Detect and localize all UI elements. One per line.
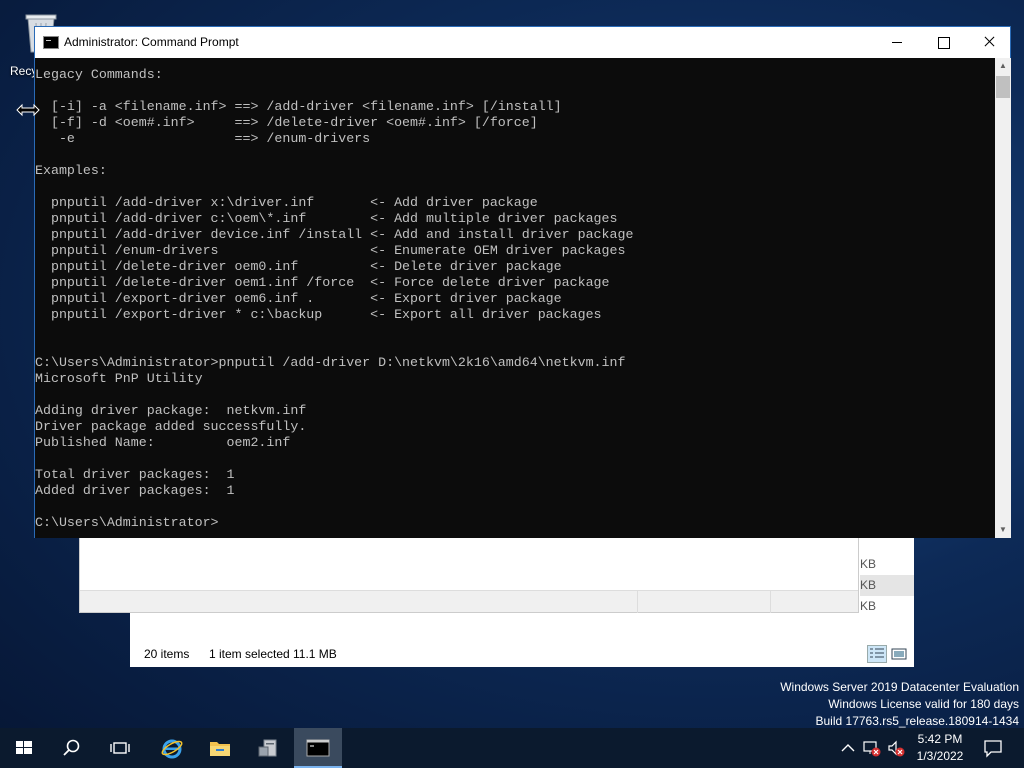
watermark-edition: Windows Server 2019 Datacenter Evaluatio… <box>780 680 1019 694</box>
command-prompt-taskbar-button[interactable] <box>294 728 342 768</box>
details-view-icon <box>870 648 884 658</box>
scroll-down-icon[interactable]: ▼ <box>995 522 1011 538</box>
file-explorer-button[interactable] <box>196 728 244 768</box>
system-clock[interactable]: 5:42 PM 1/3/2022 <box>908 731 972 765</box>
large-icons-view-button[interactable] <box>889 645 909 663</box>
command-prompt-icon <box>306 739 330 757</box>
command-prompt-icon <box>43 36 59 49</box>
large-icons-view-icon <box>891 648 907 660</box>
console-output[interactable]: Legacy Commands: [-i] -a <filename.inf> … <box>35 58 995 538</box>
console-text: Legacy Commands: [-i] -a <filename.inf> … <box>35 67 634 530</box>
window-title: Administrator: Command Prompt <box>64 35 239 49</box>
explorer-file-list[interactable] <box>79 537 859 613</box>
action-center-button[interactable] <box>978 728 1008 768</box>
volume-muted-icon[interactable] <box>886 738 906 758</box>
size-unit: KB <box>860 599 877 613</box>
task-view-button[interactable] <box>96 728 144 768</box>
server-manager-button[interactable] <box>244 728 292 768</box>
item-count: 20 items <box>144 647 190 661</box>
vertical-scrollbar[interactable]: ▲ ▼ <box>995 58 1011 538</box>
internet-explorer-icon <box>161 739 183 759</box>
minimize-button[interactable] <box>874 27 920 57</box>
taskbar: 5:42 PM 1/3/2022 <box>0 728 1024 768</box>
chevron-up-icon[interactable] <box>838 738 858 758</box>
size-unit: KB <box>860 557 877 571</box>
details-view-button[interactable] <box>867 645 887 663</box>
start-button[interactable] <box>0 728 48 768</box>
server-manager-icon <box>258 739 277 757</box>
explorer-status-bar: 20 items 1 item selected 11.1 MB <box>130 641 914 667</box>
size-unit-selected: KB <box>860 575 914 596</box>
selection-size: 11.1 MB <box>293 647 337 661</box>
title-bar[interactable]: Administrator: Command Prompt <box>35 27 1010 58</box>
clock-date: 1/3/2022 <box>916 749 964 763</box>
scroll-thumb[interactable] <box>996 76 1010 98</box>
network-disconnected-icon[interactable] <box>862 738 882 758</box>
internet-explorer-button[interactable] <box>148 728 196 768</box>
watermark-license: Windows License valid for 180 days <box>828 697 1019 711</box>
command-prompt-window[interactable]: Administrator: Command Prompt Legacy Com… <box>34 26 1011 538</box>
clock-time: 5:42 PM <box>917 732 963 746</box>
os-watermark: Windows Server 2019 Datacenter Evaluatio… <box>780 679 1019 730</box>
maximize-button[interactable] <box>920 27 966 57</box>
task-view-icon <box>110 742 130 754</box>
file-explorer-icon <box>210 742 230 756</box>
selection-count: 1 item selected <box>209 647 290 661</box>
resize-cursor-icon <box>16 103 40 117</box>
scroll-up-icon[interactable]: ▲ <box>995 58 1011 74</box>
close-button[interactable] <box>966 27 1012 57</box>
notification-icon <box>984 740 1002 758</box>
horizontal-scrollbar[interactable] <box>80 590 858 613</box>
search-icon <box>63 739 80 756</box>
search-button[interactable] <box>48 728 96 768</box>
start-icon <box>16 741 32 754</box>
